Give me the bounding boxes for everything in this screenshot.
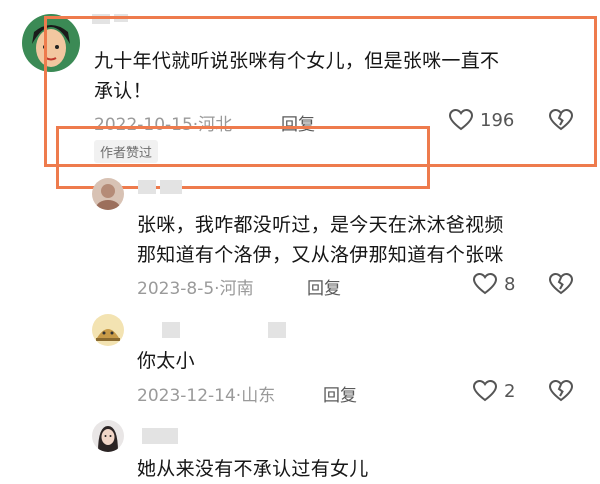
like-button[interactable]: 8	[472, 272, 515, 296]
username[interactable]	[162, 322, 180, 338]
username[interactable]	[160, 180, 182, 194]
heart-outline-icon	[472, 379, 498, 403]
username[interactable]	[138, 180, 156, 194]
like-button[interactable]: 2	[472, 379, 515, 403]
comment-text: 她从来没有不承认过有女儿	[137, 458, 369, 480]
broken-heart-icon	[548, 272, 574, 296]
dislike-button[interactable]	[548, 379, 574, 403]
broken-heart-icon	[548, 379, 574, 403]
dislike-button[interactable]	[548, 272, 574, 296]
username[interactable]	[268, 322, 286, 338]
heart-outline-icon	[472, 272, 498, 296]
comment-location: 山东	[241, 386, 276, 406]
avatar[interactable]	[92, 420, 124, 452]
avatar[interactable]	[92, 314, 124, 346]
reply-button[interactable]: 回复	[307, 274, 341, 299]
comment-meta: 2023-12-14·山东	[137, 381, 275, 406]
comment-text: 你太小	[137, 350, 195, 372]
comment-text: 那知道有个洛伊，又从洛伊那知道有个张咪	[137, 244, 504, 266]
like-count: 8	[504, 273, 516, 295]
comment-date: 2023-8-5	[137, 279, 215, 299]
reply-button[interactable]: 回复	[323, 381, 357, 406]
comment-date: 2023-12-14	[137, 386, 236, 406]
like-count: 2	[504, 380, 516, 402]
comment-location: 河南	[219, 279, 254, 299]
avatar[interactable]	[92, 178, 124, 210]
comment-text: 张咪，我咋都没听过，是今天在沐沐爸视频	[137, 214, 504, 236]
comment-meta: 2023-8-5·河南	[137, 274, 254, 299]
username[interactable]	[142, 428, 178, 444]
